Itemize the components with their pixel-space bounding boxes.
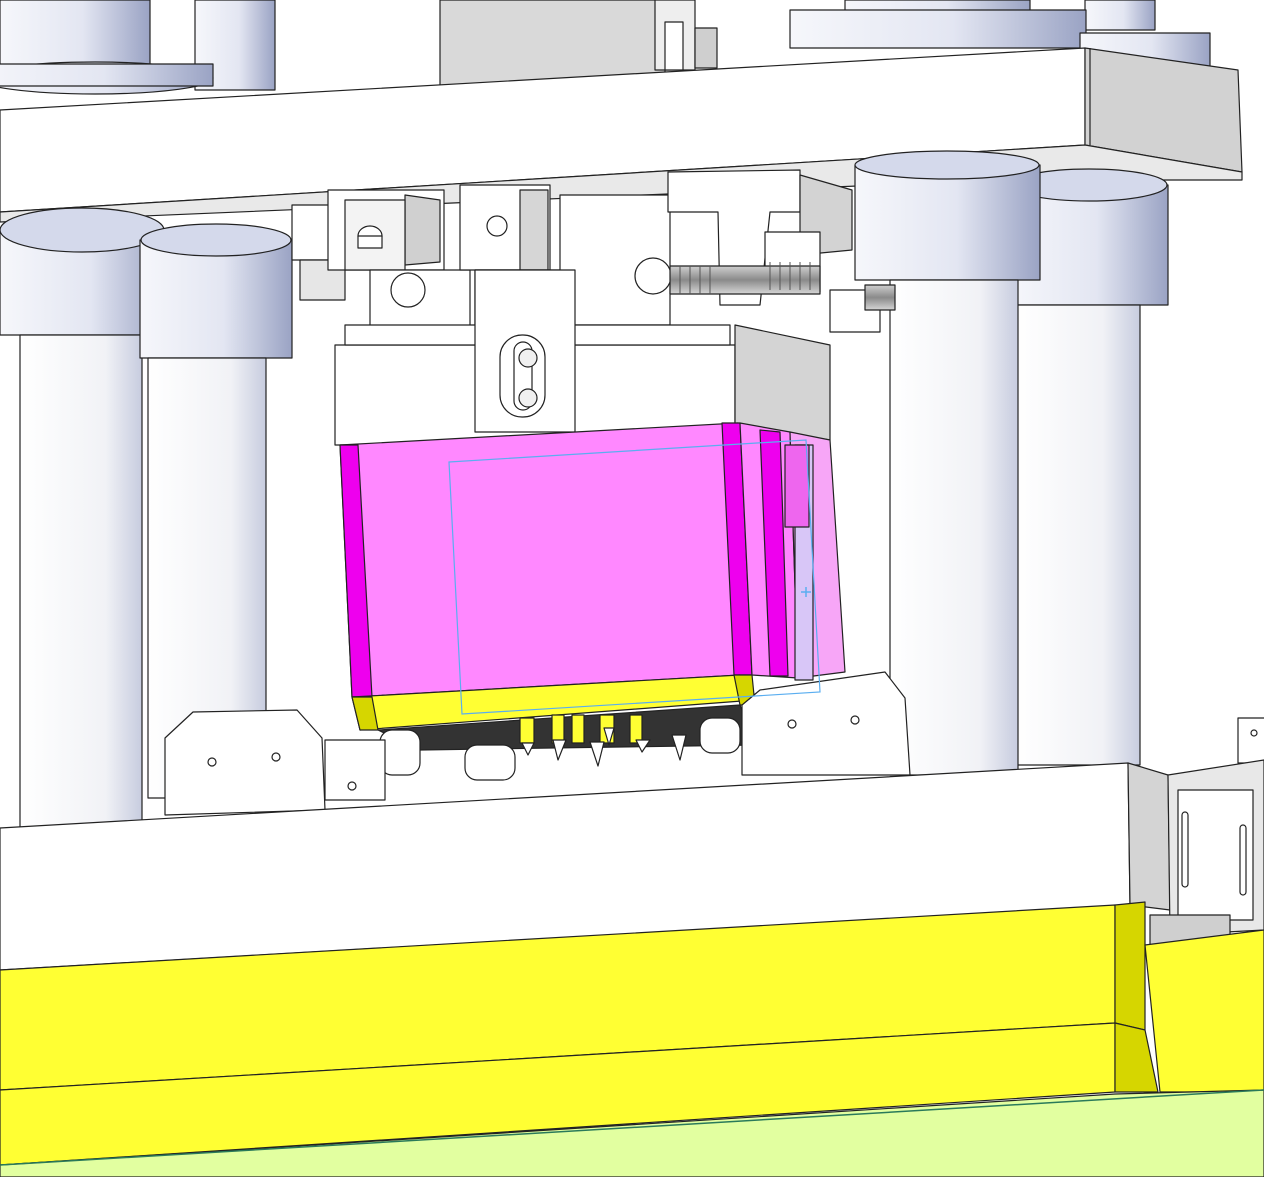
lower-left-clamp[interactable] <box>164 709 386 816</box>
stripper-block-magenta[interactable] <box>339 422 846 698</box>
cad-viewport[interactable] <box>0 0 1264 1177</box>
cad-model-view[interactable] <box>0 0 1264 1177</box>
